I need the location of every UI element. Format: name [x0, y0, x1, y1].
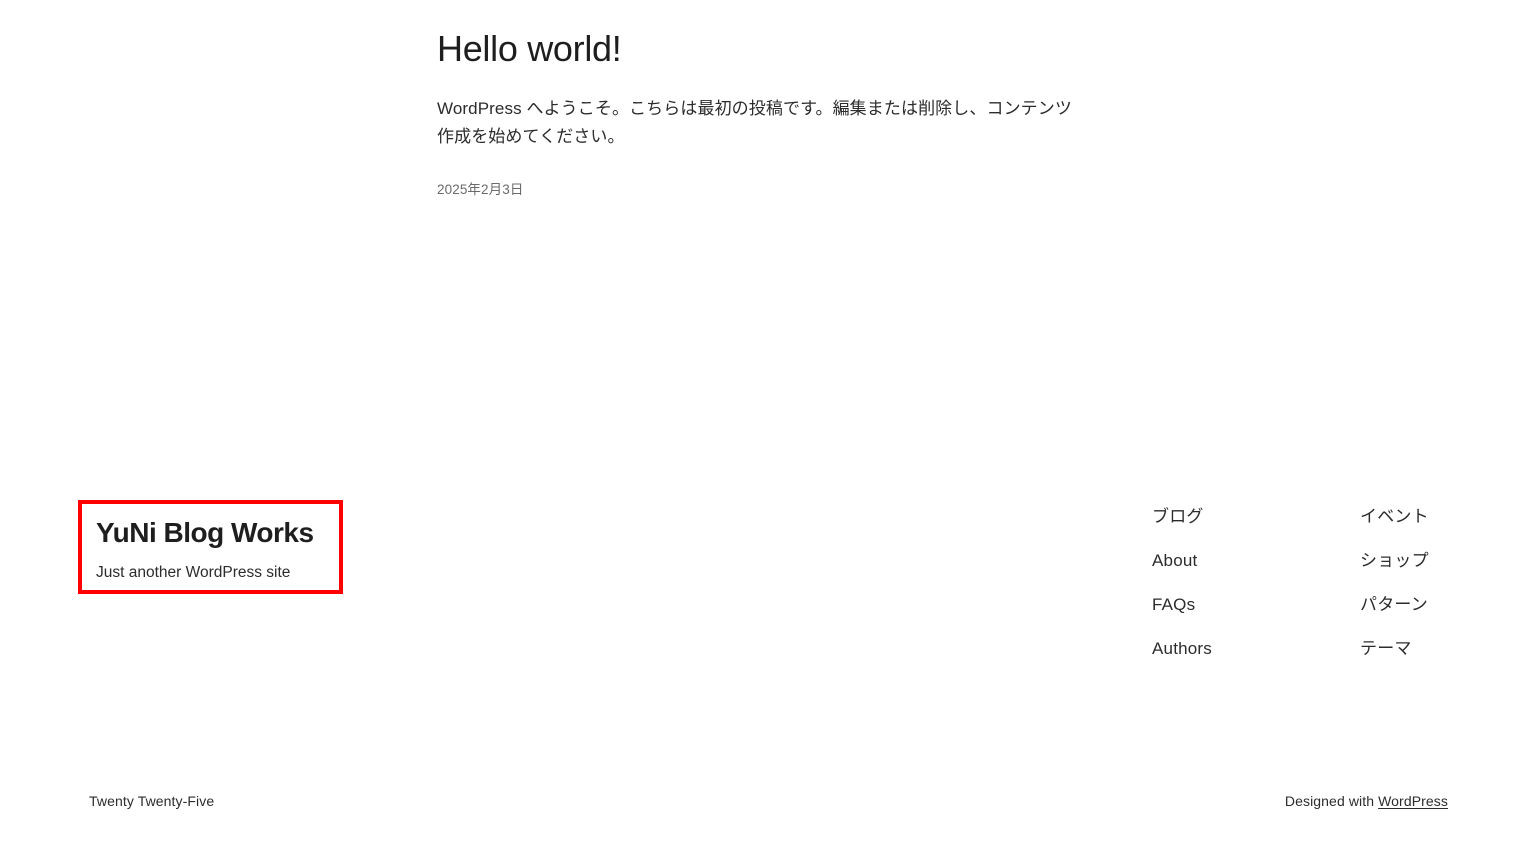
footer-nav-item-faqs[interactable]: FAQs [1152, 596, 1195, 613]
post-date: 2025年2月3日 [437, 182, 524, 198]
post-article: Hello world! WordPress へようこそ。こちらは最初の投稿です… [437, 28, 1077, 200]
footer-nav-item-shop[interactable]: ショップ [1360, 552, 1429, 569]
page-root: Hello world! WordPress へようこそ。こちらは最初の投稿です… [0, 0, 1536, 864]
footer-bottom-bar: Twenty Twenty-Five Designed with WordPre… [0, 792, 1536, 822]
post-title[interactable]: Hello world! [437, 28, 1077, 69]
footer-nav-item-events[interactable]: イベント [1360, 508, 1429, 525]
post-excerpt: WordPress へようこそ。こちらは最初の投稿です。編集または削除し、コンテ… [437, 99, 1072, 146]
footer-theme-credit: Twenty Twenty-Five [89, 793, 215, 809]
wordpress-link[interactable]: WordPress [1378, 793, 1448, 809]
footer-nav-item-blog[interactable]: ブログ [1152, 508, 1204, 525]
footer-nav-item-about[interactable]: About [1152, 552, 1197, 569]
footer-designed-with: Designed with WordPress [1285, 792, 1448, 810]
footer-nav-column-1: ブログ About FAQs Authors [1152, 508, 1360, 657]
footer-navigation: ブログ About FAQs Authors イベント ショップ パターン テー… [1152, 508, 1429, 657]
footer-nav-column-2: イベント ショップ パターン テーマ [1360, 508, 1429, 657]
site-tagline: Just another WordPress site [96, 563, 291, 581]
site-footer: YuNi Blog Works Just another WordPress s… [0, 470, 1536, 864]
footer-nav-item-themes[interactable]: テーマ [1360, 640, 1412, 657]
site-title[interactable]: YuNi Blog Works [96, 516, 325, 550]
designed-with-label: Designed with [1284, 793, 1379, 809]
footer-nav-item-authors[interactable]: Authors [1152, 640, 1212, 657]
footer-nav-item-patterns[interactable]: パターン [1360, 596, 1428, 613]
site-identity-highlight[interactable]: YuNi Blog Works Just another WordPress s… [78, 500, 343, 594]
